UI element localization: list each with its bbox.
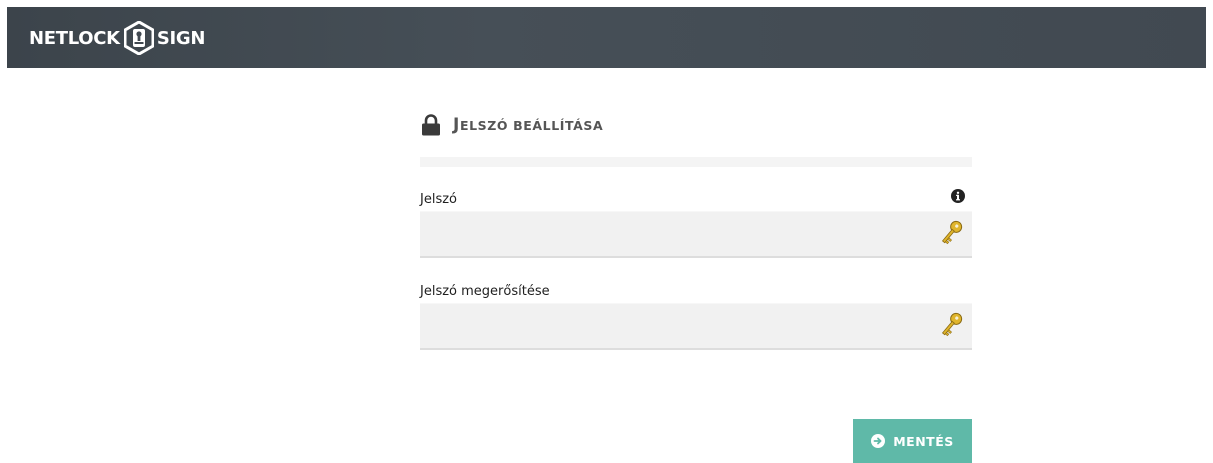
logo-text-left: NETLOCK — [29, 27, 120, 49]
save-button-label: MENTÉS — [893, 433, 954, 449]
divider-band — [420, 157, 972, 167]
password-label: Jelszó — [420, 192, 457, 207]
netlock-sign-logo[interactable]: NETLOCK SIGN — [29, 18, 205, 58]
password-field-group: Jelszó — [420, 185, 972, 258]
key-icon — [941, 312, 963, 337]
key-icon — [941, 220, 963, 245]
panel-title-initial: J — [453, 115, 460, 135]
info-icon[interactable] — [951, 189, 965, 203]
save-button[interactable]: MENTÉS — [853, 419, 972, 463]
panel-title-rest: ELSZÓ BEÁLLÍTÁSA — [459, 118, 604, 133]
logo-text-right: SIGN — [156, 27, 206, 49]
arrow-circle-right-icon — [871, 434, 886, 448]
password-confirm-label: Jelszó megerősítése — [420, 284, 550, 299]
password-confirm-input[interactable] — [420, 304, 972, 348]
top-bar: NETLOCK SIGN — [7, 7, 1206, 68]
password-input-wrapper — [420, 211, 972, 258]
password-input[interactable] — [420, 212, 972, 256]
hexagon-lock-logo-icon — [123, 21, 154, 55]
panel-title: JELSZÓ BEÁLLÍTÁSA — [420, 105, 972, 145]
password-settings-panel: JELSZÓ BEÁLLÍTÁSA Jelszó Jelszó megerősí… — [420, 105, 972, 350]
password-confirm-field-group: Jelszó megerősítése — [420, 277, 972, 350]
lock-icon — [422, 114, 440, 136]
panel-title-text: JELSZÓ BEÁLLÍTÁSA — [453, 115, 603, 135]
password-confirm-input-wrapper — [420, 303, 972, 350]
